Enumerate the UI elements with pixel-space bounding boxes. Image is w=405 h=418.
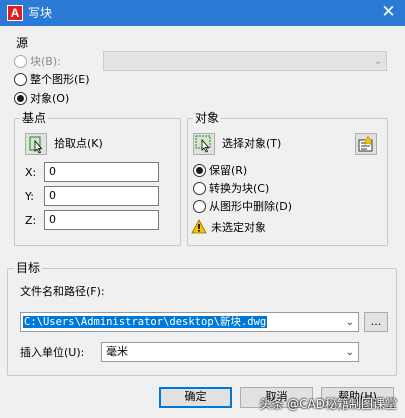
warning-icon — [191, 219, 207, 234]
pick-point-button[interactable] — [25, 133, 47, 155]
y-coordinate-input[interactable]: 0 — [44, 186, 159, 206]
filename-path-combo[interactable]: C:\Users\Administrator\desktop\新块.dwg ⌄ — [20, 312, 359, 332]
destination-group-title: 目标 — [14, 261, 43, 275]
y-label: Y: — [25, 190, 34, 203]
entire-drawing-radio[interactable] — [14, 73, 27, 86]
z-coordinate-input[interactable]: 0 — [44, 210, 159, 230]
window-title: 写块 — [28, 6, 53, 20]
retain-radio[interactable] — [193, 164, 206, 177]
objects-radio-label: 对象(O) — [30, 92, 70, 105]
insert-units-label: 插入单位(U): — [20, 346, 85, 359]
retain-label: 保留(R) — [209, 164, 248, 177]
select-objects-icon — [195, 135, 211, 153]
quick-select-button[interactable] — [355, 133, 377, 155]
source-group-title: 源 — [14, 36, 31, 50]
autocad-app-icon: A — [7, 5, 23, 21]
title-bar — [0, 0, 405, 26]
ok-button[interactable]: 确定 — [159, 387, 232, 408]
block-name-combo[interactable]: ⌄ — [103, 51, 387, 71]
pick-point-icon — [29, 136, 43, 154]
convert-to-block-radio[interactable] — [193, 182, 206, 195]
convert-to-block-label: 转换为块(C) — [209, 182, 270, 195]
chevron-down-icon: ⌄ — [345, 317, 354, 328]
filename-path-label: 文件名和路径(F): — [20, 285, 105, 298]
objects-group-title: 对象 — [193, 111, 222, 125]
block-radio-label: 块(B): — [30, 55, 61, 68]
browse-button[interactable]: ... — [364, 312, 388, 332]
objects-radio[interactable] — [14, 92, 27, 105]
select-objects-button[interactable] — [193, 133, 215, 155]
close-button[interactable]: ✕ — [372, 0, 405, 26]
select-objects-label: 选择对象(T) — [222, 137, 282, 150]
no-objects-selected-text: 未选定对象 — [211, 221, 266, 234]
x-label: X: — [25, 166, 37, 179]
delete-from-drawing-label: 从图形中删除(D) — [209, 200, 293, 213]
filename-path-value: C:\Users\Administrator\desktop\新块.dwg — [23, 316, 268, 328]
quick-select-icon — [358, 135, 374, 152]
base-point-group-title: 基点 — [20, 111, 49, 125]
x-coordinate-input[interactable]: 0 — [44, 162, 159, 182]
watermark: 头条 @CAD秘籍制图课堂 — [259, 397, 397, 411]
entire-drawing-label: 整个图形(E) — [30, 73, 90, 86]
block-radio[interactable] — [14, 55, 27, 68]
insert-units-value: 毫米 — [106, 345, 128, 358]
pick-point-label: 拾取点(K) — [54, 137, 103, 150]
z-label: Z: — [25, 214, 37, 227]
insert-units-combo[interactable]: 毫米 ⌄ — [101, 342, 359, 362]
chevron-down-icon: ⌄ — [345, 347, 354, 358]
delete-from-drawing-radio[interactable] — [193, 200, 206, 213]
chevron-down-icon: ⌄ — [373, 56, 382, 67]
